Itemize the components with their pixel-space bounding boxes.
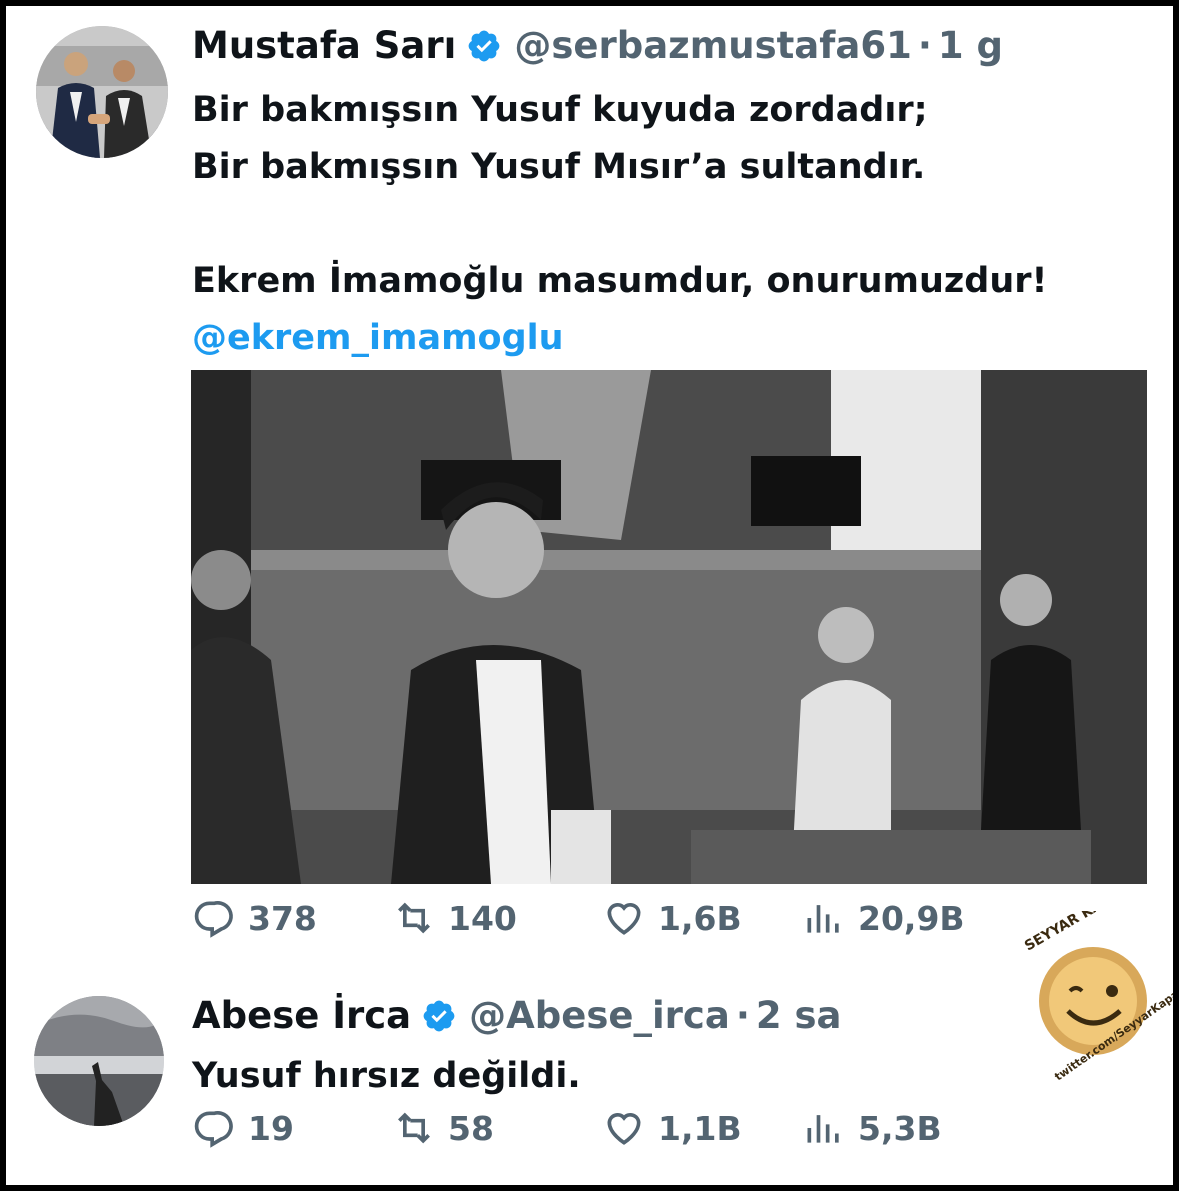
tweet-line: Bir bakmışsın Yusuf kuyuda zordadır;	[192, 90, 928, 130]
watermark-logo: SEYYAR KAPAKÇI twitter.com/SeyyarKapakci	[1008, 874, 1173, 1091]
repost-icon	[398, 1112, 430, 1144]
like-button[interactable]: 1,6B	[602, 896, 742, 940]
view-count: 20,9B	[858, 898, 965, 938]
views-icon	[807, 905, 839, 933]
repost-button[interactable]: 58	[392, 1106, 494, 1150]
display-name[interactable]: Abese İrca	[192, 994, 411, 1037]
timestamp[interactable]: 1 g	[938, 24, 1003, 67]
screenshot-frame: Mustafa Sarı @serbazmustafa61 · 1 g Bir …	[6, 6, 1173, 1185]
tweet2-header: Abese İrca @Abese_irca · 2 sa	[192, 994, 842, 1037]
avatar[interactable]	[34, 996, 164, 1126]
verified-badge-icon	[421, 998, 457, 1034]
reply-icon	[194, 1111, 233, 1148]
separator-dot: ·	[917, 24, 932, 67]
repost-count: 140	[448, 898, 517, 938]
reply-count: 378	[248, 898, 317, 938]
heart-icon	[607, 1113, 641, 1145]
view-count: 5,3B	[858, 1108, 942, 1148]
reply-icon	[194, 901, 233, 938]
reply-button[interactable]: 19	[192, 1106, 294, 1150]
repost-icon	[398, 902, 430, 934]
like-count: 1,1B	[658, 1108, 742, 1148]
tweet-line: Bir bakmışsın Yusuf Mısır’a sultandır.	[192, 147, 926, 187]
user-handle[interactable]: @serbazmustafa61	[514, 24, 911, 67]
like-count: 1,6B	[658, 898, 742, 938]
verified-badge-icon	[466, 28, 502, 64]
views-button[interactable]: 20,9B	[802, 896, 965, 940]
mention-link[interactable]: @ekrem_imamoglu	[192, 310, 1048, 367]
reply-button[interactable]: 378	[192, 896, 317, 940]
like-button[interactable]: 1,1B	[602, 1106, 742, 1150]
user-handle[interactable]: @Abese_irca	[469, 994, 730, 1037]
heart-icon	[607, 903, 641, 935]
reply-count: 19	[248, 1108, 294, 1148]
tweet1-header: Mustafa Sarı @serbazmustafa61 · 1 g	[192, 24, 1003, 67]
tweet1-text: Bir bakmışsın Yusuf kuyuda zordadır; Bir…	[192, 82, 1048, 367]
separator-dot: ·	[735, 994, 750, 1037]
timestamp[interactable]: 2 sa	[756, 994, 842, 1037]
display-name[interactable]: Mustafa Sarı	[192, 24, 456, 67]
repost-button[interactable]: 140	[392, 896, 517, 940]
views-icon	[807, 1115, 839, 1143]
tweet-photo[interactable]	[191, 370, 1147, 884]
avatar[interactable]	[36, 26, 168, 158]
tweet-line: Ekrem İmamoğlu masumdur, onurumuzdur!	[192, 261, 1048, 301]
repost-count: 58	[448, 1108, 494, 1148]
views-button[interactable]: 5,3B	[802, 1106, 942, 1150]
tweet2-text: Yusuf hırsız değildi.	[192, 1056, 581, 1096]
